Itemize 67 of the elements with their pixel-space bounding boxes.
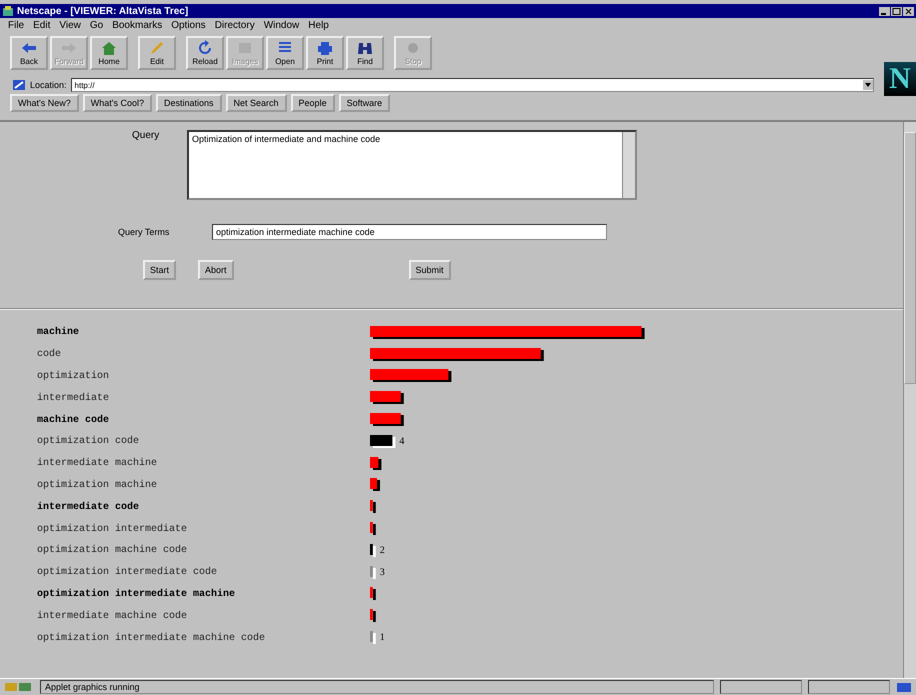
menu-item[interactable]: View [59, 20, 81, 32]
toolbar-button[interactable]: Home [90, 36, 128, 70]
term-label: machine code [37, 414, 110, 426]
app-icon [2, 5, 14, 17]
mail-icon[interactable] [896, 681, 912, 693]
house-icon [100, 40, 118, 56]
count-label: 4 [399, 434, 404, 449]
location-field[interactable]: http:// [70, 78, 874, 92]
maximize-icon[interactable] [891, 6, 902, 16]
term-label: intermediate machine code [37, 610, 188, 622]
menu-item[interactable]: Window [264, 20, 300, 32]
query-terms-label: Query Terms [118, 227, 170, 237]
menu-item[interactable]: Directory [214, 20, 255, 32]
term-label: intermediate code [37, 502, 140, 513]
pencil-icon [148, 40, 166, 56]
term-label: optimization intermediate [37, 524, 188, 535]
menu-item[interactable]: Bookmarks [112, 20, 162, 32]
toolbar-button[interactable]: Open [266, 36, 304, 70]
close-icon[interactable] [903, 6, 914, 16]
count-label: 2 [380, 544, 385, 558]
count-label: 1 [380, 631, 385, 646]
form-button[interactable]: Abort [198, 260, 234, 280]
logo: N [884, 62, 916, 96]
query-terms-field[interactable]: optimization intermediate machine code [212, 224, 607, 240]
directory-button[interactable]: Net Search [226, 94, 287, 112]
form-button[interactable]: Submit [408, 260, 451, 280]
menu-item[interactable]: Go [90, 20, 104, 32]
menu-item[interactable]: File [8, 20, 24, 32]
directory-button[interactable]: What's New? [10, 94, 79, 112]
menu-item[interactable]: Options [171, 20, 206, 32]
toolbar-button[interactable]: Reload [186, 36, 224, 70]
security-key-icon [4, 681, 34, 693]
window-title: Netscape - [VIEWER: AltaVista Trec] [17, 6, 190, 16]
directory-button[interactable]: What's Cool? [82, 94, 152, 112]
menu-item[interactable]: Edit [33, 20, 50, 32]
term-label: optimization intermediate machine [37, 588, 236, 600]
directory-button[interactable]: People [290, 94, 335, 112]
dropdown-arrow-icon[interactable] [863, 80, 873, 90]
menu-item[interactable]: Help [308, 20, 329, 32]
toolbar-button[interactable]: Print [306, 36, 344, 70]
query-label: Query [132, 130, 160, 141]
bookmark-icon[interactable] [12, 79, 26, 91]
term-label: intermediate machine [37, 458, 158, 470]
status-text: Applet graphics running [40, 680, 714, 694]
directory-button[interactable]: Software [338, 94, 390, 112]
form-button[interactable]: Start [143, 260, 176, 280]
directory-button[interactable]: Destinations [156, 94, 222, 112]
scroll-bar[interactable] [903, 122, 916, 678]
term-label: optimization [37, 370, 110, 382]
term-label: optimization machine code [37, 545, 188, 556]
toolbar-button[interactable]: Back [10, 36, 48, 70]
minimize-icon[interactable] [879, 6, 890, 16]
term-label: optimization code [37, 436, 140, 448]
reload-icon [196, 40, 214, 56]
term-label: machine [37, 327, 80, 338]
query-text-area[interactable]: Optimization of intermediate and machine code [187, 130, 637, 200]
scroll-bar[interactable] [622, 132, 635, 198]
toolbar-button[interactable]: Edit [138, 36, 176, 70]
term-label: optimization intermediate machine code [37, 632, 266, 644]
toolbar-button[interactable]: Find [346, 36, 384, 70]
term-label: optimization machine [37, 480, 158, 491]
count-label: 3 [380, 566, 385, 580]
term-label: code [37, 349, 62, 360]
term-label: intermediate [37, 392, 110, 404]
term-label: optimization intermediate code [37, 567, 218, 578]
location-label: Location: [30, 80, 67, 90]
back-arrow-icon [20, 40, 38, 56]
